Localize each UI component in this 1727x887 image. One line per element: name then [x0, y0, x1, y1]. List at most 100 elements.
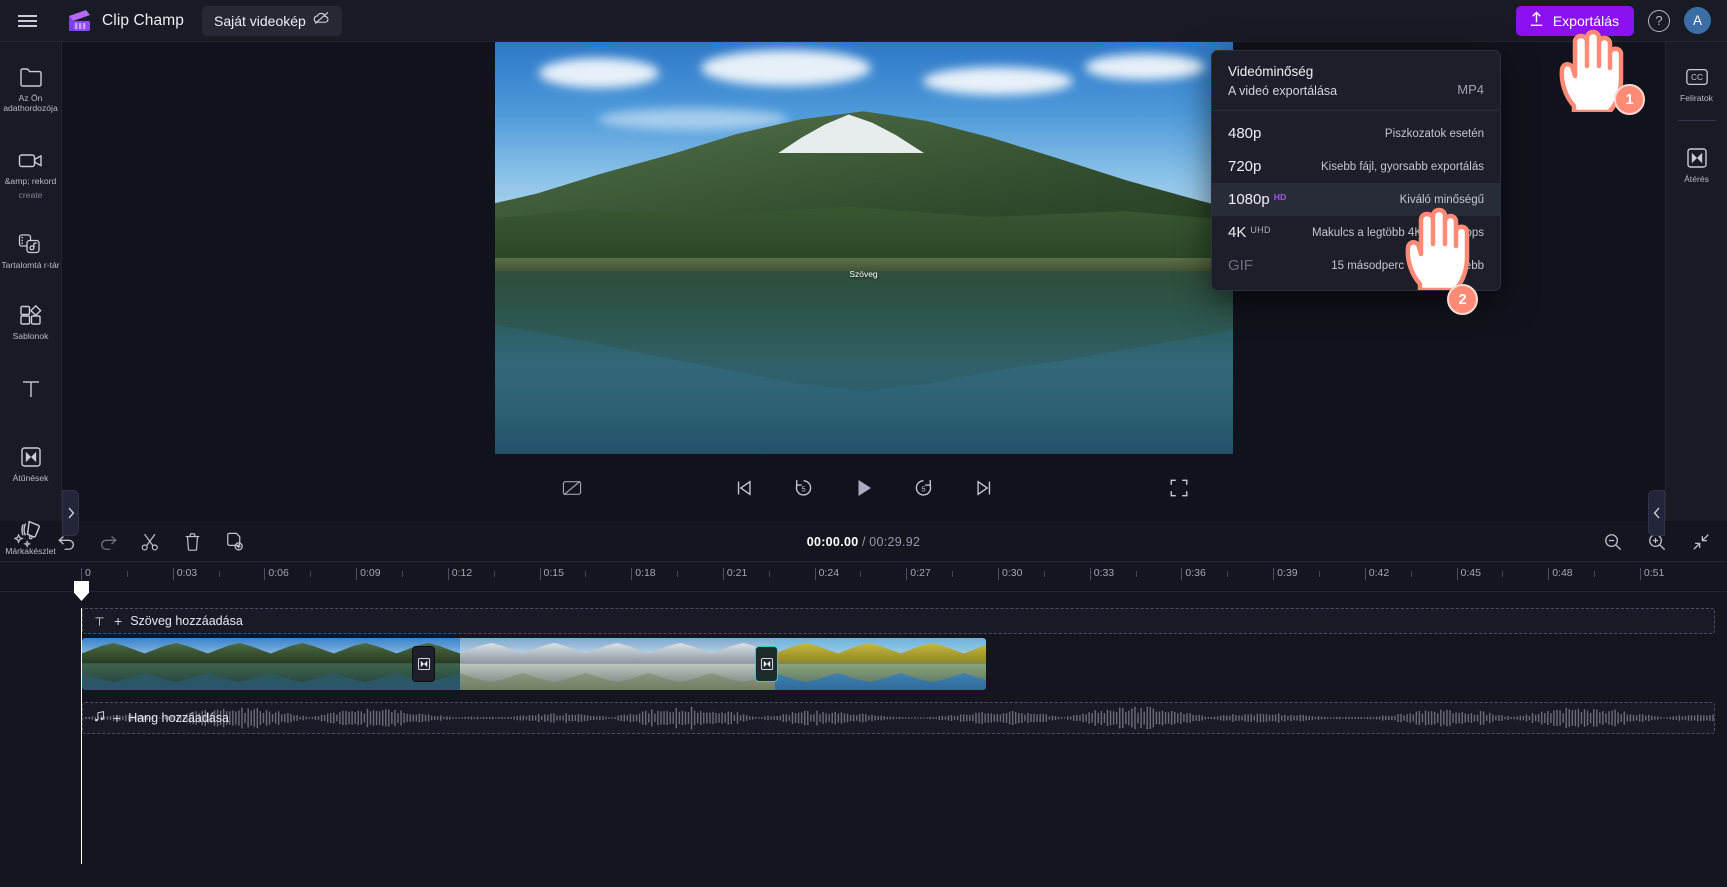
- ruler-tick-label: 0:27: [910, 567, 930, 579]
- ruler-tick: 0: [81, 568, 82, 580]
- sidebar-item-transitions[interactable]: Átűnések: [0, 436, 62, 490]
- sidebar-item-text[interactable]: [0, 368, 62, 412]
- sidebar-item-your-media[interactable]: Az Ön adathordozója: [0, 56, 62, 119]
- transport-controls: 5 5: [62, 454, 1665, 521]
- cloud: [598, 108, 788, 130]
- sidebar-item-transitions-right[interactable]: Átérés: [1666, 137, 1727, 191]
- export-button[interactable]: Exportálás: [1516, 6, 1634, 36]
- ruler-minor-tick: [1411, 571, 1412, 577]
- quality-option-1080p[interactable]: 1080p HD Kiváló minőségű: [1212, 183, 1500, 216]
- sidebar-item-record-create[interactable]: &amp; rekord create: [0, 139, 62, 206]
- video-camera-icon: [18, 147, 44, 173]
- ruler-tick: 0:42: [1365, 568, 1366, 580]
- play-icon[interactable]: [851, 475, 877, 501]
- quality-resolution: GIF: [1228, 258, 1253, 273]
- fit-to-screen-icon[interactable]: [1689, 530, 1713, 554]
- ruler-minor-tick: [310, 571, 311, 577]
- ruler-tick: 0:27: [906, 568, 907, 580]
- add-audio-track[interactable]: + Hang hozzáadása: [82, 702, 1715, 734]
- project-name-chip[interactable]: Saját videokép: [202, 6, 342, 36]
- ruler-tick: 0:06: [264, 568, 265, 580]
- dropdown-header: Videóminőség A videó exportálása MP4: [1212, 51, 1500, 111]
- ruler-minor-tick: [402, 571, 403, 577]
- ruler-tick: 0:39: [1273, 568, 1274, 580]
- playback-buttons: 5 5: [62, 475, 1665, 501]
- clip-thumbnail: [145, 638, 208, 690]
- sidebar-item-content-library[interactable]: Tartalomtá r-tár: [0, 223, 62, 277]
- transition-icon: [1684, 145, 1710, 171]
- quality-description: 15 másodperc vagy kevesebb: [1331, 260, 1484, 272]
- right-sidebar: CC Feliratok Átérés: [1665, 42, 1727, 521]
- ruler-tick-label: 0:18: [635, 567, 655, 579]
- total-time: 00:29.92: [869, 535, 920, 549]
- ruler-tick-label: 0:33: [1094, 567, 1114, 579]
- video-text-overlay[interactable]: Szöveg: [495, 269, 1233, 279]
- add-text-track[interactable]: + Szöveg hozzáadása: [82, 608, 1715, 634]
- timeline-tracks: + Szöveg hozzáadása + Hang hozzáadása: [0, 608, 1727, 734]
- clip-thumbnail: [838, 638, 901, 690]
- avatar[interactable]: A: [1684, 7, 1711, 34]
- playhead-knob[interactable]: [74, 581, 89, 601]
- transition-marker-selected[interactable]: [755, 646, 778, 682]
- sidebar-item-brand-kit[interactable]: Márkakészlet: [0, 509, 62, 563]
- video-preview[interactable]: Szöveg: [495, 42, 1233, 454]
- forward-5s-icon[interactable]: 5: [911, 475, 937, 501]
- skip-forward-icon[interactable]: [971, 475, 997, 501]
- ruler-tick-label: 0:51: [1644, 567, 1664, 579]
- right-panel-collapse-handle[interactable]: [1648, 490, 1665, 536]
- quality-resolution: 4K: [1228, 225, 1246, 240]
- left-sidebar: Az Ön adathordozója &amp; rekord create: [0, 42, 62, 521]
- quality-option-480p[interactable]: 480p Piszkozatok esetén: [1212, 117, 1500, 150]
- quality-option-720p[interactable]: 720p Kisebb fájl, gyorsabb exportálás: [1212, 150, 1500, 183]
- hamburger-icon[interactable]: [10, 4, 44, 38]
- trash-icon[interactable]: [180, 530, 204, 554]
- ruler-tick: 0:21: [723, 568, 724, 580]
- sidebar-label-your-media: Az Ön adathordozója: [1, 94, 61, 113]
- brand-name: Clip Champ: [102, 12, 184, 30]
- ruler-tick-label: 0:12: [452, 567, 472, 579]
- quality-option-4k[interactable]: 4K UHD Makulcs a legtöbb 4K média sops: [1212, 216, 1500, 249]
- ruler-minor-tick: [769, 571, 770, 577]
- fullscreen-icon[interactable]: [1166, 475, 1192, 501]
- ruler-minor-tick: [677, 571, 678, 577]
- ruler-minor-tick: [860, 571, 861, 577]
- ruler-tick-label: 0:36: [1185, 567, 1205, 579]
- zoom-out-icon[interactable]: [1601, 530, 1625, 554]
- ruler-minor-tick: [1227, 571, 1228, 577]
- ruler-minor-tick: [952, 571, 953, 577]
- sidebar-item-templates[interactable]: Sablonok: [0, 294, 62, 348]
- quality-option-gif: GIF 15 másodperc vagy kevesebb: [1212, 249, 1500, 282]
- sidebar-item-captions[interactable]: CC Feliratok: [1666, 56, 1727, 110]
- redo-icon[interactable]: [96, 530, 120, 554]
- quality-description: Piszkozatok esetén: [1385, 128, 1484, 140]
- video-clip[interactable]: [82, 638, 986, 690]
- ruler-tick-label: 0:09: [360, 567, 380, 579]
- ruler-tick: 0:33: [1090, 568, 1091, 580]
- scissors-icon[interactable]: [138, 530, 162, 554]
- clip-thumbnail: [964, 638, 986, 690]
- ruler-tick: 0:30: [998, 568, 999, 580]
- quality-tag: UHD: [1250, 225, 1270, 235]
- text-t-icon: [93, 615, 106, 628]
- rewind-5s-icon[interactable]: 5: [791, 475, 817, 501]
- brand: Clip Champ: [66, 9, 184, 33]
- clipchamp-logo-icon: [66, 9, 93, 33]
- add-audio-label: Hang hozzáadása: [128, 711, 229, 725]
- ruler-tick: 0:45: [1457, 568, 1458, 580]
- duplicate-icon[interactable]: [222, 530, 246, 554]
- ruler-tick: 0:51: [1640, 568, 1641, 580]
- plus-glyph: +: [114, 614, 122, 628]
- transition-marker[interactable]: [412, 646, 435, 682]
- skip-back-icon[interactable]: [731, 475, 757, 501]
- left-panel-collapse-handle[interactable]: [62, 490, 79, 536]
- music-note-icon: [93, 710, 106, 726]
- help-icon[interactable]: ?: [1648, 10, 1670, 32]
- divider: [1678, 120, 1716, 121]
- playhead[interactable]: [81, 608, 82, 864]
- clip-thumbnail: [649, 638, 712, 690]
- ruler-minor-tick: [127, 571, 128, 577]
- timeline-ruler[interactable]: 0 0:03 0:06 0:09 0:12 0:15 0:18 0:21 0:24 0:27 0:3…: [0, 562, 1727, 592]
- templates-grid-icon: [18, 302, 44, 328]
- timeline-toolbar: 00:00.00 / 00:29.92: [0, 522, 1727, 562]
- upload-arrow-icon: [1529, 11, 1544, 30]
